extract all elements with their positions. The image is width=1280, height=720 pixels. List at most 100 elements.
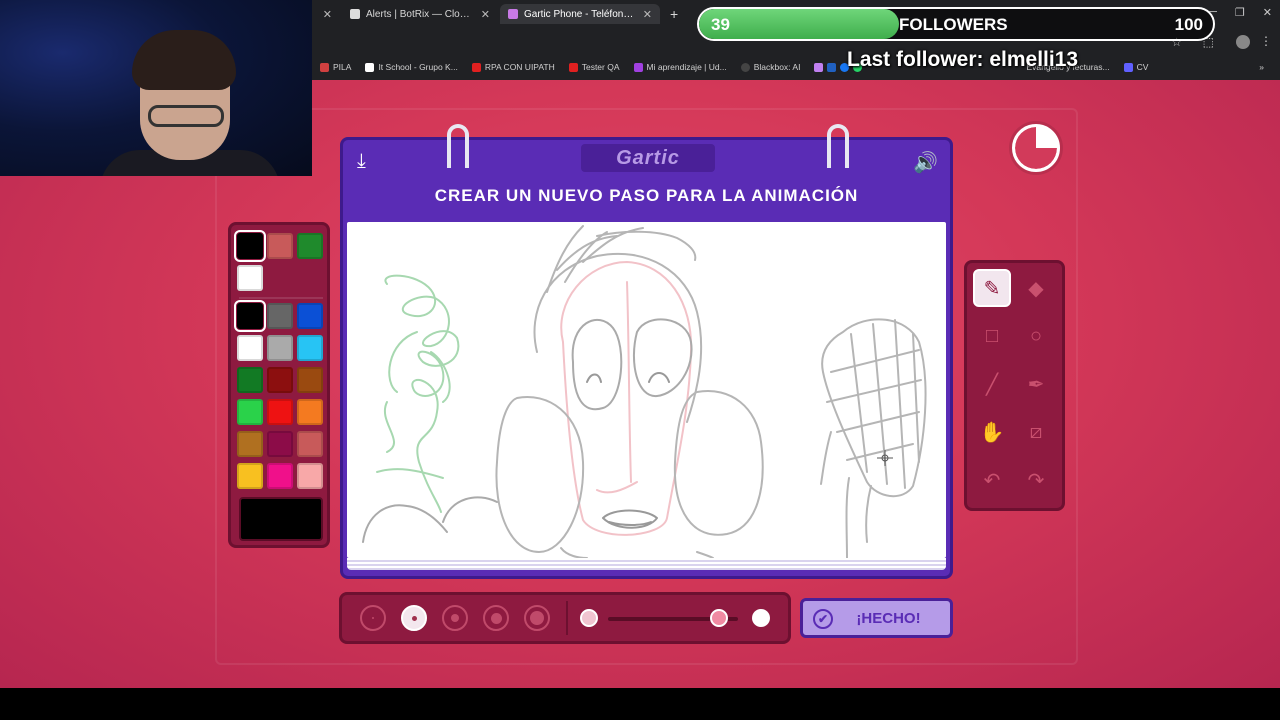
bottom-letterbox	[0, 688, 1280, 720]
webcam-person-glasses	[148, 105, 224, 127]
followers-label: FOLLOWERS	[899, 15, 1008, 34]
bookmark-rpa-uipath[interactable]: RPA CON UIPATH	[471, 62, 555, 72]
brush-size-dot	[490, 612, 502, 624]
bookmark-udemy[interactable]: Mi aprendizaje | Ud...	[633, 62, 727, 72]
botrix-favicon-icon	[350, 9, 360, 19]
close-icon[interactable]: ✕	[481, 8, 490, 21]
brush-controls-divider	[566, 601, 568, 635]
recent-color-swatch[interactable]	[297, 233, 323, 259]
tab-gartic-phone[interactable]: Gartic Phone - Teléfono Descon... ✕	[500, 4, 660, 24]
color-swatch[interactable]	[297, 463, 323, 489]
close-window-icon[interactable]: ✕	[1263, 6, 1272, 19]
color-swatch[interactable]	[267, 303, 293, 329]
brush-size-dot	[451, 614, 459, 622]
bookmark-it-school[interactable]: It School - Grupo K...	[365, 62, 458, 72]
notebook-header: ⤓ Gartic 🔊 CREAR UN NUEVO PASO PARA LA A…	[343, 124, 950, 218]
color-swatch[interactable]	[237, 463, 263, 489]
line-icon[interactable]: ╱	[973, 365, 1011, 403]
clear-layer-icon[interactable]: ⧄	[1017, 413, 1055, 451]
drawing-strokes	[362, 225, 927, 558]
close-icon[interactable]: ✕	[643, 8, 652, 21]
brush-size-button[interactable]	[360, 605, 386, 631]
restore-icon[interactable]: ❐	[1235, 6, 1245, 19]
color-swatch[interactable]	[297, 399, 323, 425]
brush-size-button[interactable]	[442, 605, 468, 631]
color-swatch[interactable]	[267, 335, 293, 361]
download-icon[interactable]: ⤓	[357, 150, 366, 173]
last-follower-text: Last follower: elmelli13	[847, 48, 1079, 71]
new-tab-button[interactable]: +	[662, 4, 684, 24]
close-icon[interactable]: ✕	[323, 8, 332, 21]
drawing-canvas[interactable]	[347, 222, 946, 558]
tab-alerts[interactable]: Alerts | BotRix — Cloud Stream... ✕	[342, 4, 498, 24]
window-controls: ─ ❐ ✕	[1209, 6, 1272, 19]
drawing-notebook: ⤓ Gartic 🔊 CREAR UN NUEVO PASO PARA LA A…	[340, 124, 953, 579]
redo-icon[interactable]: ↷	[1017, 461, 1055, 499]
brush-size-dot	[372, 617, 374, 619]
ellipse-icon[interactable]: ○	[1017, 317, 1055, 355]
blackbox-icon	[740, 62, 750, 72]
webcam-person-hair	[132, 30, 236, 90]
opacity-slider-knob[interactable]	[709, 609, 728, 627]
profile-avatar-icon[interactable]	[1236, 35, 1250, 49]
bookmark-pila[interactable]: PILA	[320, 62, 351, 72]
color-swatch[interactable]	[237, 367, 263, 393]
brush-size-button[interactable]	[483, 605, 509, 631]
eyedropper-icon[interactable]: ✒	[1017, 365, 1055, 403]
bookmark-favicon-icon	[365, 62, 375, 72]
opacity-low-dot	[580, 609, 598, 627]
follower-goal-bar: 39 FOLLOWERS 100	[697, 7, 1215, 41]
color-swatch[interactable]	[297, 303, 323, 329]
bookmarks-bar: PILA It School - Grupo K... RPA CON UIPA…	[312, 56, 1280, 78]
fill-bucket-icon[interactable]: ✋	[973, 413, 1011, 451]
eraser-icon[interactable]: ◆	[1017, 269, 1055, 307]
timer-progress	[1015, 127, 1057, 169]
youtube-icon	[471, 62, 481, 72]
color-swatch[interactable]	[297, 431, 323, 457]
recent-color-swatch[interactable]	[234, 230, 266, 262]
bookmark-favicon-icon	[320, 62, 329, 72]
recent-color-swatch[interactable]	[267, 233, 293, 259]
color-swatch[interactable]	[297, 335, 323, 361]
palette-divider	[239, 297, 323, 299]
color-palette	[228, 222, 330, 548]
bookmark-blackbox[interactable]: Blackbox: AI	[740, 62, 800, 72]
tool-panel: ✎ ◆ □ ○ ╱ ✒ ✋ ⧄ ↶ ↷	[964, 260, 1065, 511]
recent-color-swatch[interactable]	[237, 265, 263, 291]
color-swatch[interactable]	[234, 300, 266, 332]
color-swatch[interactable]	[237, 399, 263, 425]
notebook-page-edge	[347, 558, 946, 570]
bookmark-cv[interactable]: CV	[1123, 62, 1148, 72]
notebook-ring-right	[827, 124, 849, 168]
done-button[interactable]: ✔ ¡HECHO!	[800, 598, 953, 638]
color-swatch[interactable]	[267, 367, 293, 393]
pencil-icon[interactable]: ✎	[973, 269, 1011, 307]
brush-controls	[339, 592, 791, 644]
bookmark-favicon-icon[interactable]	[814, 62, 824, 72]
menu-icon[interactable]: ⋮	[1260, 34, 1272, 48]
notebook-ring-left	[447, 124, 469, 168]
color-swatch[interactable]	[237, 335, 263, 361]
color-swatch[interactable]	[267, 463, 293, 489]
instruction-title: CREAR UN NUEVO PASO PARA LA ANIMACIÓN	[434, 186, 859, 205]
color-swatch[interactable]	[267, 431, 293, 457]
linkedin-icon[interactable]	[827, 62, 837, 72]
bookmark-tester-qa[interactable]: Tester QA	[568, 62, 620, 72]
checkmark-icon: ✔	[813, 609, 833, 629]
tab-label: Gartic Phone - Teléfono Descon...	[524, 8, 637, 20]
bookmarks-overflow-icon[interactable]: »	[1259, 62, 1264, 72]
followers-count: 39	[711, 15, 730, 34]
brush-size-button[interactable]	[401, 605, 427, 631]
color-swatch[interactable]	[297, 367, 323, 393]
udemy-icon	[633, 62, 643, 72]
undo-icon[interactable]: ↶	[973, 461, 1011, 499]
gartic-logo: Gartic	[616, 146, 680, 169]
color-swatch[interactable]	[237, 431, 263, 457]
logo-plate: Gartic	[581, 144, 715, 172]
speaker-icon[interactable]: 🔊	[913, 150, 938, 175]
brush-size-button[interactable]	[524, 605, 550, 631]
color-swatch[interactable]	[267, 399, 293, 425]
followers-goal: 100	[1174, 15, 1203, 34]
opacity-high-dot	[752, 609, 770, 627]
rectangle-icon[interactable]: □	[973, 317, 1011, 355]
